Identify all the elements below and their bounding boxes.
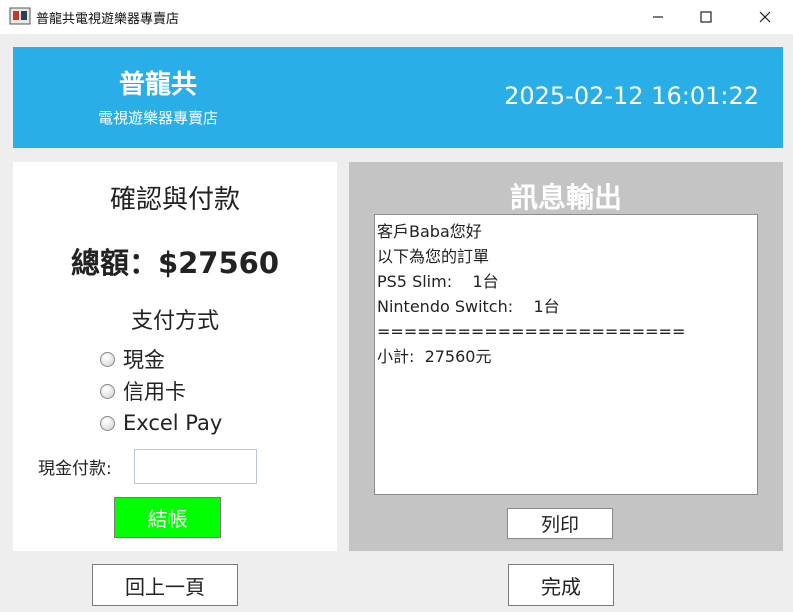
back-button[interactable]: 回上一頁 <box>92 564 238 606</box>
radio-icon[interactable] <box>100 415 115 431</box>
payment-option-credit-card[interactable]: 信用卡 <box>100 378 186 404</box>
message-output-title: 訊息輸出 <box>509 181 622 214</box>
checkout-button[interactable]: 結帳 <box>114 497 221 538</box>
close-button[interactable] <box>742 0 788 34</box>
message-line: 小計: 27560元 <box>377 347 492 366</box>
minimize-icon <box>653 16 663 18</box>
payment-option-excel-pay[interactable]: Excel Pay <box>100 410 222 436</box>
datetime-display: 2025-02-12 16:01:22 <box>504 82 759 110</box>
checkout-title: 確認與付款 <box>109 185 240 215</box>
payment-option-cash[interactable]: 現金 <box>100 346 165 372</box>
radio-icon[interactable] <box>100 383 115 399</box>
payment-method-label: 支付方式 <box>130 309 219 334</box>
message-line: PS5 Slim: 1台 <box>377 272 499 291</box>
done-button[interactable]: 完成 <box>508 564 614 606</box>
radio-icon[interactable] <box>100 351 115 367</box>
payment-option-label: Excel Pay <box>123 411 223 435</box>
brand-name: 普龍共 <box>118 70 197 100</box>
message-line: 以下為您的訂單 <box>377 247 490 266</box>
payment-option-label: 現金 <box>123 348 165 372</box>
close-icon <box>759 11 771 23</box>
checkout-panel: 確認與付款 總額：$27560 支付方式 現金 信用卡 Excel Pay 現金… <box>13 162 337 551</box>
message-line: 客戶Baba您好 <box>377 222 482 241</box>
total-amount: 總額：$27560 <box>70 246 280 280</box>
window-title: 普龍共電視遊樂器專賣店 <box>36 12 180 27</box>
message-output-panel: 訊息輸出 客戶Baba您好 以下為您的訂單 PS5 Slim: 1台 Ninte… <box>349 162 783 551</box>
minimize-button[interactable] <box>635 0 681 34</box>
app-icon <box>9 7 31 25</box>
brand-subtitle: 電視遊樂器專賣店 <box>97 109 218 127</box>
maximize-button[interactable] <box>683 0 729 34</box>
print-button[interactable]: 列印 <box>507 508 613 539</box>
store-header: 普龍共 電視遊樂器專賣店 2025-02-12 16:01:22 <box>13 47 783 148</box>
cash-payment-label: 現金付款: <box>38 459 112 479</box>
message-line: ======================= <box>377 322 686 341</box>
maximize-icon <box>700 11 712 23</box>
message-output-textarea[interactable]: 客戶Baba您好 以下為您的訂單 PS5 Slim: 1台 Nintendo S… <box>374 214 758 495</box>
window-titlebar: 普龍共電視遊樂器專賣店 <box>0 0 793 34</box>
cash-payment-input[interactable] <box>134 449 257 484</box>
payment-option-label: 信用卡 <box>123 380 186 404</box>
message-line: Nintendo Switch: 1台 <box>377 297 560 316</box>
